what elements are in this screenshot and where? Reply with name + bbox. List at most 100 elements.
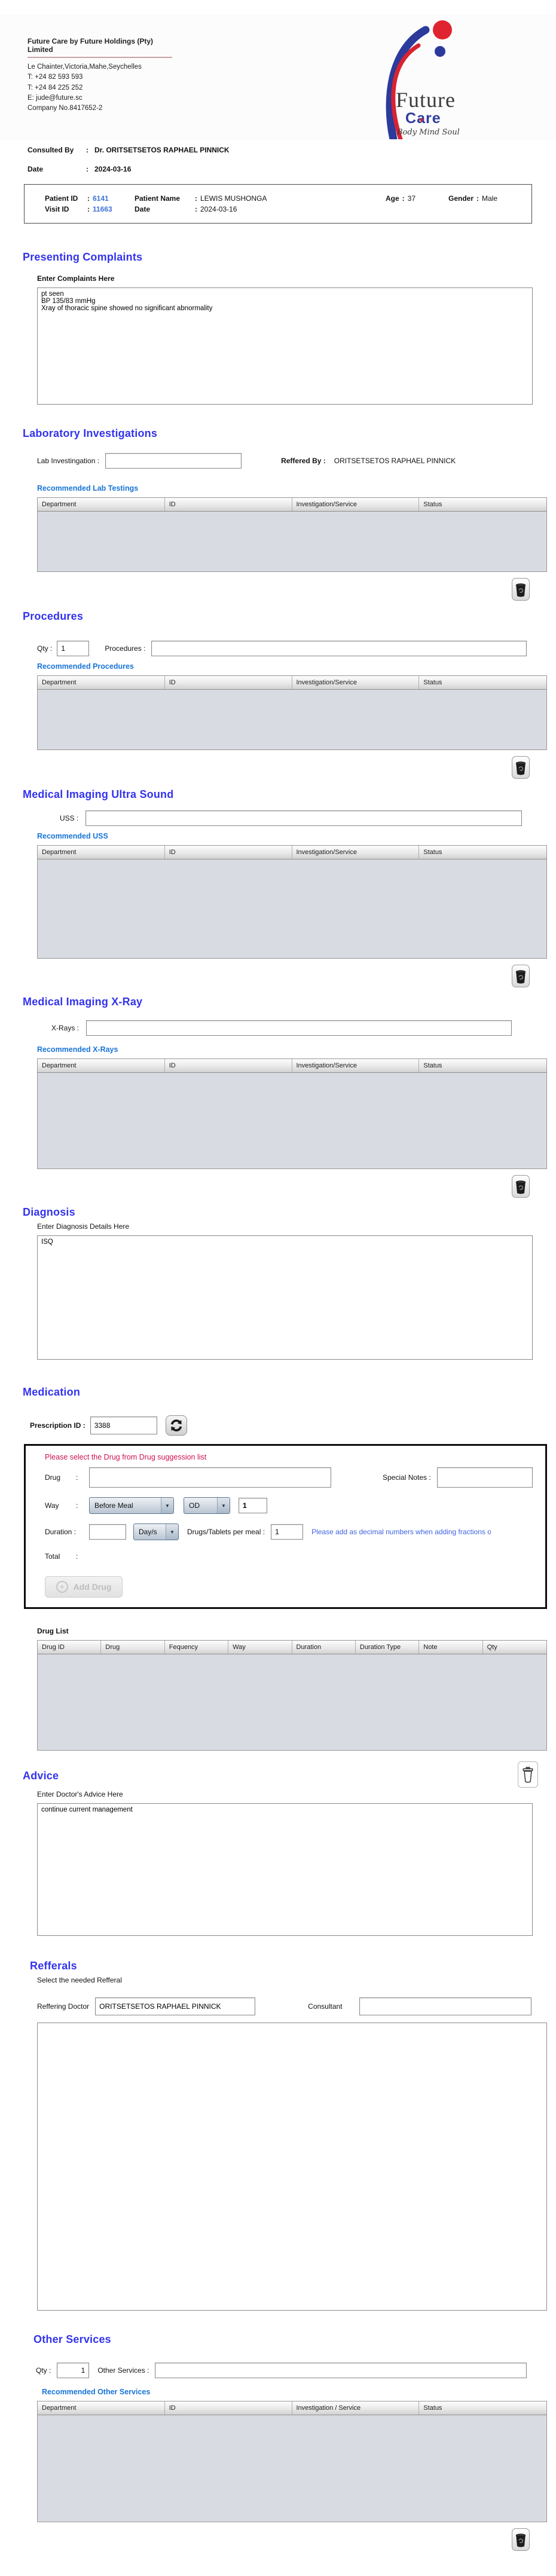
drug-list-header: Drug ID Drug Fequency Way Duration Durat… (38, 1641, 546, 1654)
per-meal-label: Drugs/Tablets per meal : (187, 1528, 265, 1536)
xray-table-header: Department ID Investigation/Service Stat… (38, 1059, 546, 1073)
consultant-label: Consultant (308, 2002, 343, 2011)
special-notes-label: Special Notes : (383, 1473, 431, 1482)
column-header-service: Investigation/Service (292, 846, 420, 859)
lab-table-body[interactable] (38, 512, 546, 571)
frequency-value: OD (189, 1501, 200, 1510)
company-title: Future Care by Future Holdings (Pty) Lim… (28, 37, 172, 58)
procedures-qty-label: Qty : (37, 644, 53, 653)
other-services-delete-button[interactable] (512, 2528, 530, 2551)
add-drug-button[interactable]: + Add Drug (45, 1576, 123, 1598)
visit-date-value: 2024-03-16 (200, 205, 237, 213)
drug-input[interactable] (89, 1467, 331, 1488)
way-qty-input[interactable] (239, 1498, 267, 1513)
logo-word-care: Ca ♥ re (405, 110, 441, 127)
other-services-table: Department ID Investigation / Service St… (37, 2401, 547, 2522)
plus-icon: + (56, 1581, 68, 1593)
patient-id-label: Patient ID (45, 194, 78, 203)
column-header-id: ID (165, 498, 292, 511)
consultant-input[interactable] (359, 1997, 531, 2015)
consult-date-value: 2024-03-16 (94, 165, 132, 173)
patient-id-value: 6141 (93, 194, 109, 203)
prescription-form-page: Future Care by Future Holdings (Pty) Lim… (0, 14, 556, 2564)
patient-info-box: Patient ID:6141 Patient Name: LEWIS MUSHO… (24, 184, 532, 224)
complaints-textarea[interactable]: pt seen BP 135/83 mmHg Xray of thoracic … (37, 287, 533, 405)
referring-doctor-label: Reffering Doctor (37, 2002, 90, 2011)
meal-time-select[interactable]: Before Meal ▼ (89, 1497, 174, 1514)
procedures-table-header: Department ID Investigation/Service Stat… (38, 676, 546, 690)
procedures-delete-button[interactable] (512, 756, 530, 779)
lab-investigation-input[interactable] (105, 453, 242, 469)
duration-input[interactable] (89, 1524, 126, 1540)
trash-icon (515, 969, 526, 984)
column-header-duration: Duration (292, 1641, 356, 1654)
column-header-id: ID (165, 1059, 292, 1072)
procedures-input[interactable] (151, 641, 527, 656)
complaints-label: Enter Complaints Here (37, 274, 115, 283)
recommended-other-label: Recommended Other Services (42, 2388, 151, 2396)
section-title-other-services: Other Services (33, 2333, 111, 2345)
consult-date-label: Date (28, 165, 44, 173)
chevron-down-icon: ▼ (161, 1498, 173, 1513)
section-title-advice: Advice (23, 1770, 59, 1782)
procedures-table-body[interactable] (38, 690, 546, 749)
uss-table-body[interactable] (38, 859, 546, 958)
uss-delete-button[interactable] (512, 965, 530, 987)
heart-icon: ♥ (419, 116, 424, 125)
diagnosis-textarea[interactable]: ISQ (37, 1235, 533, 1360)
drug-list-body[interactable] (38, 1654, 546, 1750)
referring-doctor-input[interactable] (95, 1997, 256, 2015)
trash-icon (515, 761, 526, 775)
medication-entry-panel: Please select the Drug from Drug suggess… (24, 1444, 547, 1609)
prescription-id-input[interactable] (90, 1417, 157, 1434)
fraction-note: Please add as decimal numbers when addin… (311, 1528, 491, 1536)
xray-table-body[interactable] (38, 1073, 546, 1168)
column-header-duration-type: Duration Type (356, 1641, 420, 1654)
xray-table: Department ID Investigation/Service Stat… (37, 1058, 547, 1169)
per-meal-input[interactable] (271, 1524, 304, 1540)
xray-delete-button[interactable] (512, 1175, 530, 1198)
procedures-qty-input[interactable] (57, 641, 90, 656)
other-services-table-body[interactable] (38, 2415, 546, 2522)
section-title-xray: Medical Imaging X-Ray (23, 996, 143, 1008)
column-header-status: Status (423, 1062, 442, 1069)
advice-delete-button[interactable] (518, 1761, 538, 1788)
other-qty-input[interactable] (57, 2363, 90, 2378)
section-title-ultrasound: Medical Imaging Ultra Sound (23, 788, 174, 800)
xray-label: X-Rays : (51, 1024, 80, 1032)
column-header-department: Department (38, 676, 165, 689)
other-services-input[interactable] (155, 2363, 527, 2378)
frequency-select[interactable]: OD ▼ (184, 1497, 230, 1514)
xray-input[interactable] (86, 1020, 512, 1036)
lab-table-header: Department ID Investigation/Service Stat… (38, 498, 546, 512)
section-title-laboratory: Laboratory Investigations (23, 427, 158, 439)
gender-value: Male (482, 194, 498, 203)
lab-delete-button[interactable] (512, 578, 530, 601)
patient-name-label: Patient Name (135, 194, 181, 203)
column-header-note: Note (419, 1641, 483, 1654)
company-number: Company No.8417652-2 (28, 105, 103, 112)
duration-unit-select[interactable]: Day/s ▼ (133, 1523, 179, 1540)
referrals-subtitle: Select the needed Refferal (37, 1976, 122, 1984)
recommended-uss-label: Recommended USS (37, 832, 108, 840)
section-title-referrals: Refferals (30, 1960, 77, 1972)
refresh-prescription-button[interactable] (165, 1415, 187, 1436)
age-label: Age (386, 194, 399, 203)
advice-textarea[interactable]: continue current management (37, 1803, 533, 1936)
referral-options-listbox[interactable] (37, 2023, 547, 2311)
duration-label: Duration : (45, 1528, 77, 1536)
referred-by-value: ORITSETSETOS RAPHAEL PINNICK (334, 457, 456, 465)
column-header-department: Department (38, 2401, 165, 2415)
column-header-id: ID (165, 2401, 292, 2415)
way-label: Way (45, 1501, 59, 1510)
uss-table-header: Department ID Investigation/Service Stat… (38, 846, 546, 859)
logo-word-future: Future (396, 88, 456, 112)
column-header-service: Investigation/Service (292, 498, 420, 511)
column-header-department: Department (38, 846, 165, 859)
visit-id-label: Visit ID (45, 205, 69, 213)
uss-input[interactable] (85, 810, 523, 826)
patient-name-value: LEWIS MUSHONGA (200, 194, 267, 203)
lab-table: Department ID Investigation/Service Stat… (37, 497, 547, 572)
company-email: E: jude@future.sc (28, 94, 83, 102)
special-notes-input[interactable] (436, 1467, 533, 1488)
